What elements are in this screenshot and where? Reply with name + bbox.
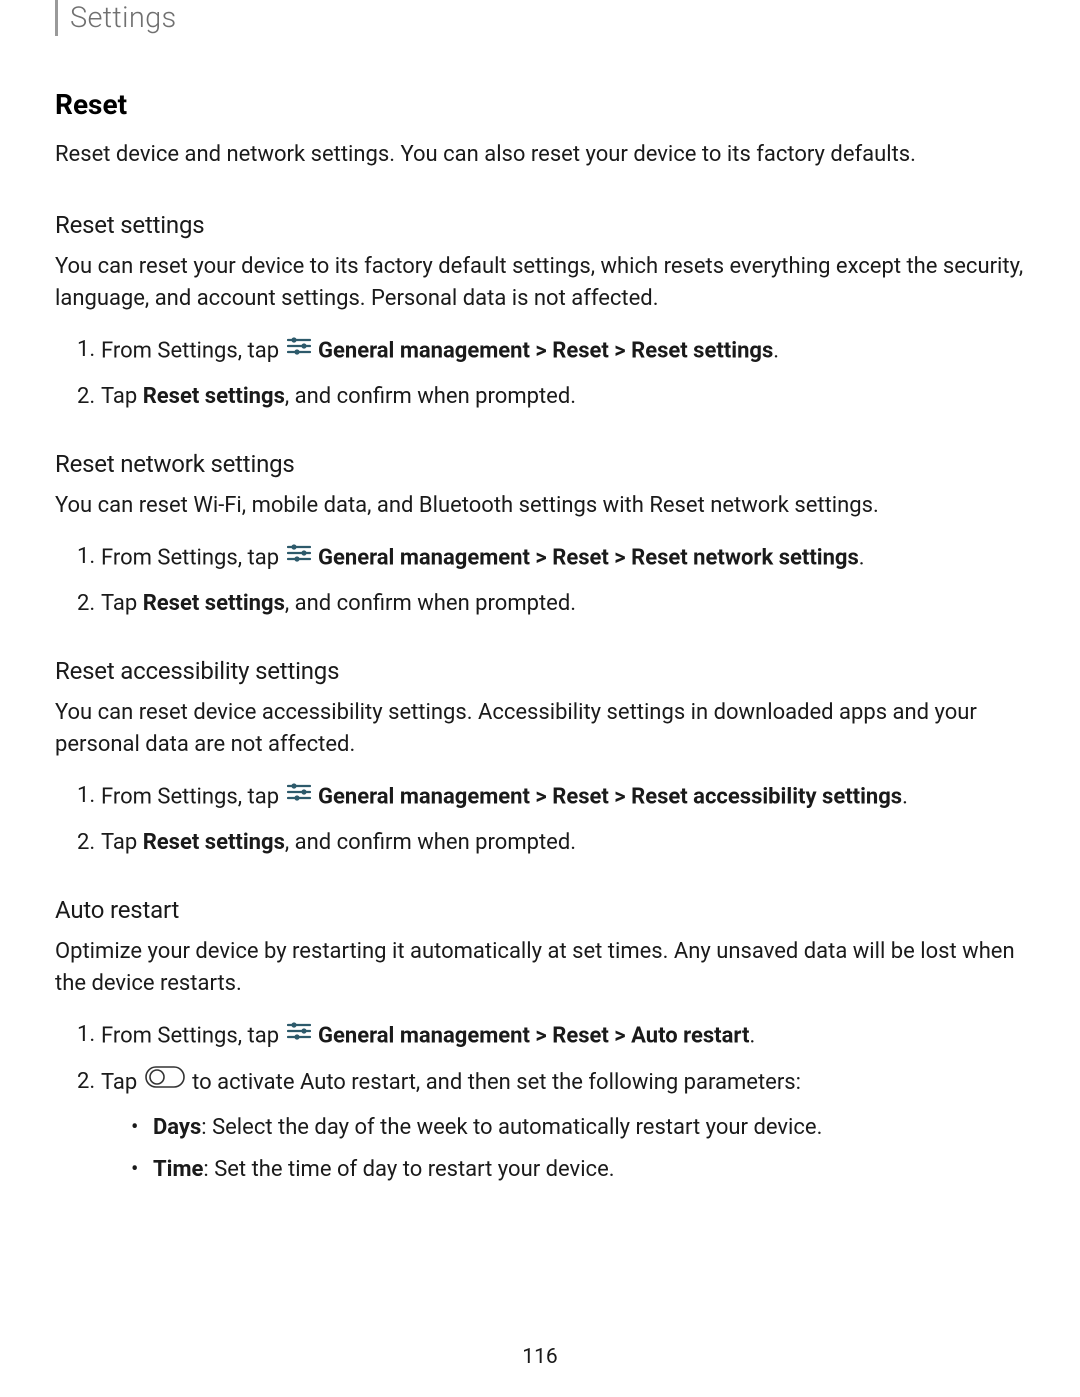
steps-reset-settings: From Settings, tap General management > … xyxy=(55,333,1025,414)
steps-reset-network: From Settings, tap General management > … xyxy=(55,540,1025,621)
intro-text: Reset device and network settings. You c… xyxy=(55,139,1025,171)
step-1: From Settings, tap General management > … xyxy=(77,779,1025,816)
steps-reset-accessibility: From Settings, tap General management > … xyxy=(55,779,1025,860)
toggle-off-icon xyxy=(145,1065,185,1099)
page-title: Reset xyxy=(55,88,1025,121)
step-2: Tap Reset settings, and confirm when pro… xyxy=(77,826,1025,860)
step-1: From Settings, tap General management > … xyxy=(77,333,1025,370)
sliders-icon xyxy=(287,540,311,574)
heading-reset-network: Reset network settings xyxy=(55,450,1025,478)
param-days: Days: Select the day of the week to auto… xyxy=(101,1111,1025,1145)
step-2: Tap Reset settings, and confirm when pro… xyxy=(77,587,1025,621)
sliders-icon xyxy=(287,1018,311,1052)
heading-reset-settings: Reset settings xyxy=(55,211,1025,239)
desc-reset-settings: You can reset your device to its factory… xyxy=(55,251,1025,315)
step-2: Tap Reset settings, and confirm when pro… xyxy=(77,380,1025,414)
desc-auto-restart: Optimize your device by restarting it au… xyxy=(55,936,1025,1000)
auto-restart-params: Days: Select the day of the week to auto… xyxy=(101,1111,1025,1187)
page-number: 116 xyxy=(0,1345,1080,1369)
breadcrumb: Settings xyxy=(70,1,177,35)
breadcrumb-bar: Settings xyxy=(55,0,1025,36)
sliders-icon xyxy=(287,333,311,367)
sliders-icon xyxy=(287,779,311,813)
step-2: Tap to activate Auto restart, and then s… xyxy=(77,1065,1025,1187)
desc-reset-network: You can reset Wi-Fi, mobile data, and Bl… xyxy=(55,490,1025,522)
step-1: From Settings, tap General management > … xyxy=(77,540,1025,577)
param-time: Time: Set the time of day to restart you… xyxy=(101,1153,1025,1187)
step-1: From Settings, tap General management > … xyxy=(77,1018,1025,1055)
steps-auto-restart: From Settings, tap General management > … xyxy=(55,1018,1025,1187)
desc-reset-accessibility: You can reset device accessibility setti… xyxy=(55,697,1025,761)
heading-reset-accessibility: Reset accessibility settings xyxy=(55,657,1025,685)
heading-auto-restart: Auto restart xyxy=(55,896,1025,924)
